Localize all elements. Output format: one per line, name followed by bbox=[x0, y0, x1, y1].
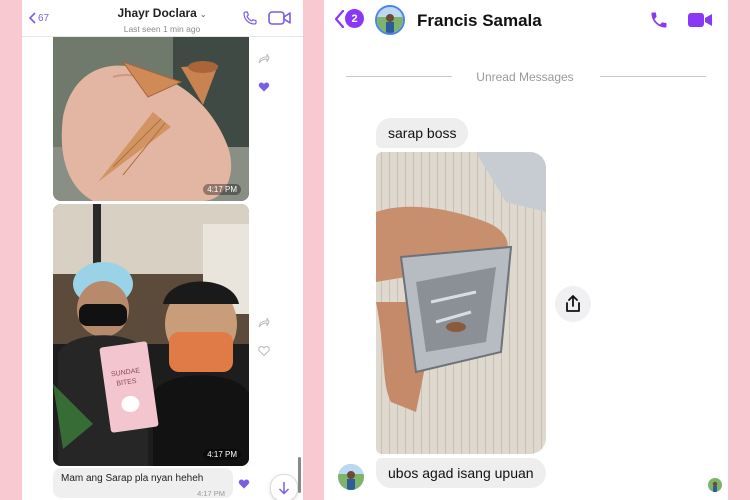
contact-name: Jhayr Doclara bbox=[117, 6, 197, 20]
arrow-down-icon bbox=[278, 482, 290, 495]
selfie-photo: SUNDAE BITES bbox=[53, 204, 249, 466]
forward-button[interactable] bbox=[258, 53, 270, 65]
video-call-button[interactable] bbox=[687, 10, 713, 30]
like-button[interactable] bbox=[238, 478, 250, 490]
photo-time: 4:17 PM bbox=[203, 184, 241, 195]
seen-indicator-avatar bbox=[708, 478, 722, 492]
sender-avatar[interactable] bbox=[338, 464, 364, 490]
snack-pouch-photo bbox=[376, 152, 546, 454]
share-button[interactable] bbox=[555, 286, 591, 322]
video-camera-icon bbox=[268, 11, 291, 25]
message-time: 4:17 PM bbox=[197, 489, 225, 498]
video-call-button[interactable] bbox=[268, 10, 292, 26]
forward-arrow-icon bbox=[258, 53, 270, 64]
call-button[interactable] bbox=[649, 10, 669, 30]
like-button[interactable] bbox=[258, 81, 270, 93]
call-button[interactable] bbox=[242, 10, 258, 26]
photo-message[interactable]: 4:17 PM bbox=[53, 27, 249, 201]
phone-icon bbox=[243, 11, 257, 25]
scroll-to-bottom-button[interactable] bbox=[270, 474, 298, 500]
back-count: 67 bbox=[38, 12, 50, 24]
text-message[interactable]: ubos agad isang upuan bbox=[376, 458, 546, 488]
chevron-down-icon: ⌄ bbox=[199, 10, 207, 19]
message-list[interactable]: 4:17 PM SUNDAE BITES 4:17 PM Mam ang Sar… bbox=[22, 27, 303, 500]
back-button[interactable]: 2 bbox=[334, 9, 364, 28]
photo-message[interactable]: SUNDAE BITES 4:17 PM bbox=[53, 204, 249, 466]
divider-line bbox=[346, 76, 452, 77]
chat-header: 67 Jhayr Doclara ⌄ Last seen 1 min ago bbox=[22, 0, 303, 37]
forward-button[interactable] bbox=[258, 317, 270, 329]
heart-filled-icon bbox=[238, 479, 250, 489]
last-seen-status: Last seen 1 min ago bbox=[123, 24, 201, 34]
chevron-left-icon bbox=[334, 9, 344, 28]
text-message[interactable]: Mam ang Sarap pla nyan heheh 4:17 PM bbox=[53, 468, 233, 498]
share-icon bbox=[566, 295, 580, 312]
heart-filled-icon bbox=[258, 82, 270, 92]
heart-outline-icon bbox=[258, 345, 270, 357]
phone-icon bbox=[651, 12, 667, 28]
forward-arrow-icon bbox=[258, 317, 270, 328]
viber-chat-panel: 67 Jhayr Doclara ⌄ Last seen 1 min ago 4… bbox=[22, 0, 303, 500]
unread-messages-divider: Unread Messages bbox=[476, 70, 574, 84]
cones-photo bbox=[53, 27, 249, 201]
sender-avatar-image bbox=[338, 464, 364, 490]
unread-count-badge: 2 bbox=[345, 9, 364, 28]
seen-avatar-image bbox=[708, 478, 722, 492]
back-button[interactable]: 67 bbox=[28, 12, 49, 24]
photo-message[interactable] bbox=[376, 152, 546, 454]
messenger-chat-panel: 2 Francis Samala Unread Messages sarap b… bbox=[324, 0, 728, 500]
contact-name[interactable]: Francis Samala bbox=[417, 11, 542, 31]
contact-info[interactable]: Jhayr Doclara ⌄ Last seen 1 min ago bbox=[102, 4, 222, 34]
scrollbar[interactable] bbox=[298, 457, 301, 493]
video-camera-icon bbox=[688, 13, 712, 27]
avatar[interactable] bbox=[375, 5, 405, 35]
chat-header: 2 Francis Samala bbox=[324, 0, 728, 40]
photo-time: 4:17 PM bbox=[203, 449, 241, 460]
chevron-left-icon bbox=[28, 12, 36, 24]
divider-line bbox=[600, 76, 706, 77]
like-button[interactable] bbox=[258, 345, 270, 357]
message-text: Mam ang Sarap pla nyan heheh bbox=[61, 473, 204, 484]
text-message[interactable]: sarap boss bbox=[376, 118, 469, 148]
contact-avatar-image bbox=[377, 7, 403, 33]
